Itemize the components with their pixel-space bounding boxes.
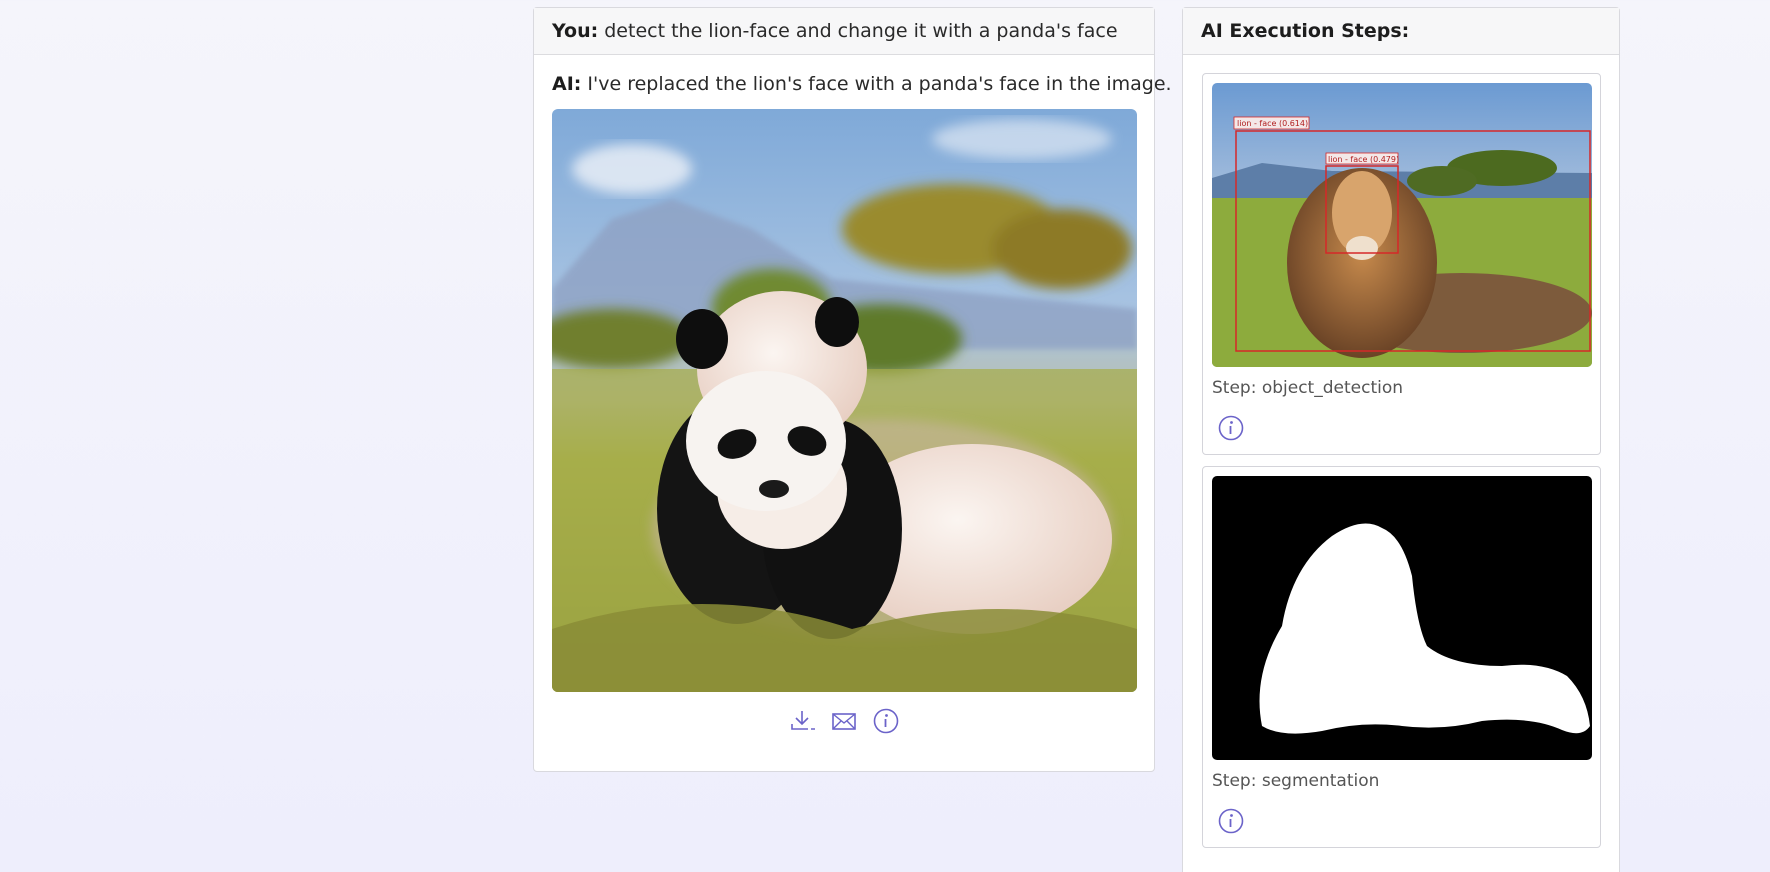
info-icon [1218,415,1244,441]
execution-steps-panel: AI Execution Steps: lion - face (0.614) … [1182,7,1620,872]
segmentation-mask-image [1212,476,1592,760]
lion-detection-image: lion - face (0.614) lion - face (0.479) [1212,83,1592,367]
steps-title: AI Execution Steps: [1183,8,1619,55]
step-label-segmentation: Step: segmentation [1212,771,1380,791]
mail-icon [832,713,856,730]
detection-image: lion - face (0.614) lion - face (0.479) [1212,83,1592,367]
info-icon [1218,808,1244,834]
download-button[interactable] [788,707,816,735]
step-info-button[interactable] [1217,414,1245,442]
result-image [552,109,1137,692]
ai-message-text: I've replaced the lion's face with a pan… [587,73,1172,95]
ai-prefix: AI: [552,73,582,95]
download-icon [791,711,815,730]
step-label-object-detection: Step: object_detection [1212,378,1404,398]
chat-panel: You: detect the lion-face and change it … [533,7,1172,772]
user-prefix: You: [552,20,599,42]
step-card-object-detection: lion - face (0.614) lion - face (0.479) … [1202,73,1601,455]
user-message-text: detect the lion-face and change it with … [604,20,1118,42]
info-icon [873,708,899,734]
mask-image [1212,476,1592,760]
email-button[interactable] [830,707,858,735]
info-button[interactable] [872,707,900,735]
panda-image [552,109,1137,692]
detection-label-1: lion - face (0.614) [1237,119,1308,128]
user-message: You: detect the lion-face and change it … [534,8,1154,55]
ai-message: AI: I've replaced the lion's face with a… [552,73,1172,95]
step-card-segmentation: Step: segmentation [1202,466,1601,848]
detection-label-2: lion - face (0.479) [1328,155,1399,164]
message-actions [534,707,1154,735]
step-info-button[interactable] [1217,807,1245,835]
